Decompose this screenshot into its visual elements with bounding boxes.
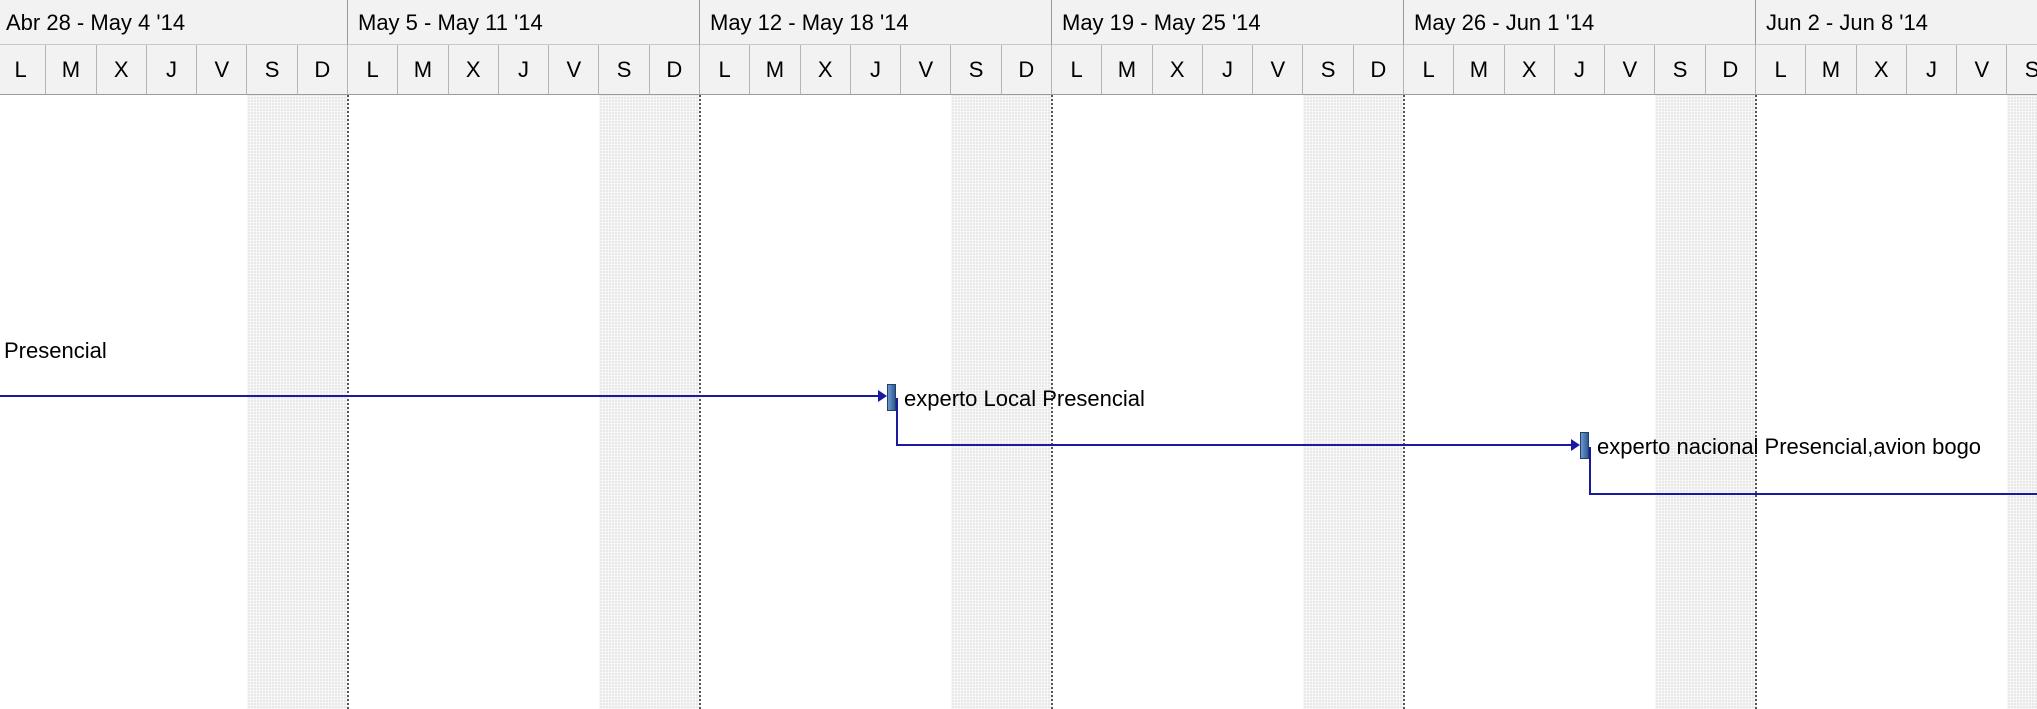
task-label-presencial[interactable]: Presencial (4, 338, 107, 364)
arrowhead-icon (878, 390, 887, 402)
milestone-marker[interactable] (1580, 432, 1589, 459)
task-label-experto-local[interactable]: experto Local Presencial (904, 386, 1145, 412)
gantt-chart: Abr 28 - May 4 '14 L M X J V S D May 5 - May 11 … (0, 0, 2037, 709)
milestone-marker[interactable] (887, 384, 896, 411)
arrowhead-icon (1571, 439, 1580, 451)
task-label-experto-nacional[interactable]: experto nacional Presencial,avion bogo (1597, 434, 1981, 460)
task-links (0, 390, 2037, 495)
